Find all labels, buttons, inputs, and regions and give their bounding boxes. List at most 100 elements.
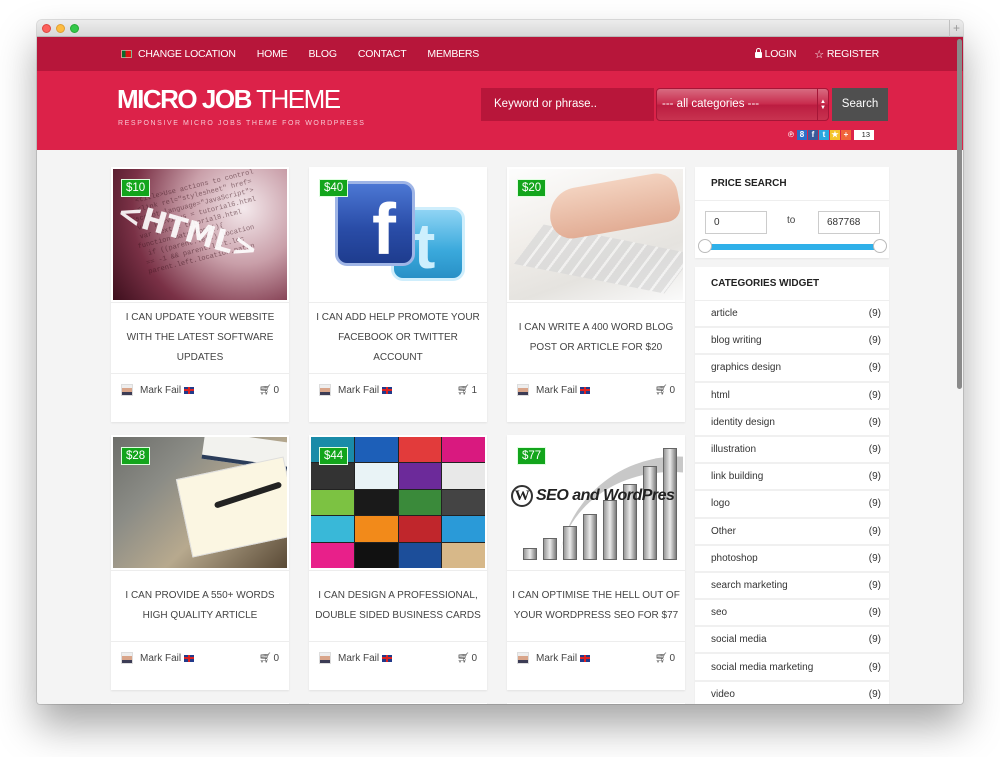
category-list: article (9) blog writing (9) graphics design… bbox=[695, 301, 889, 704]
laptop-notes-image[interactable]: $28 bbox=[113, 437, 287, 568]
site-logo[interactable]: MICRO JOB THEME bbox=[117, 84, 341, 115]
price-slider-track[interactable] bbox=[705, 244, 880, 250]
nav-label: CHANGE LOCATION bbox=[138, 48, 236, 60]
author-name[interactable]: Mark Fail bbox=[536, 385, 577, 396]
category-item[interactable]: photoshop (9) bbox=[695, 546, 889, 573]
avatar[interactable] bbox=[517, 384, 529, 396]
site-header: MICRO JOB THEME RESPONSIVE MICRO JOBS TH… bbox=[37, 71, 963, 150]
category-item[interactable]: identity design (9) bbox=[695, 410, 889, 437]
search-button[interactable]: Search bbox=[832, 88, 888, 121]
avatar[interactable] bbox=[517, 652, 529, 664]
order-count: 🛒︎ 0 bbox=[655, 385, 675, 396]
category-select[interactable]: --- all categories --- ▲ ▼ bbox=[656, 88, 829, 121]
nav-change-location[interactable]: CHANGE LOCATION bbox=[121, 48, 236, 60]
price-badge: $77 bbox=[517, 447, 547, 465]
author-name[interactable]: Mark Fail bbox=[140, 385, 181, 396]
nav-members[interactable]: MEMBERS bbox=[427, 48, 479, 60]
author-name[interactable]: Mark Fail bbox=[338, 653, 379, 664]
close-window-button[interactable] bbox=[42, 24, 51, 33]
price-min-input[interactable] bbox=[705, 211, 767, 234]
addthis-icon[interactable]: + bbox=[841, 130, 851, 140]
author-name[interactable]: Mark Fail bbox=[338, 385, 379, 396]
job-card-partial[interactable] bbox=[309, 703, 487, 704]
new-tab-button[interactable]: + bbox=[949, 20, 963, 37]
category-count: (9) bbox=[868, 444, 881, 456]
category-item[interactable]: graphics design (9) bbox=[695, 355, 889, 383]
cart-icon: 🛒︎ bbox=[456, 384, 470, 396]
widget-title: PRICE SEARCH bbox=[695, 167, 889, 201]
nav-blog[interactable]: BLOG bbox=[308, 48, 337, 60]
category-item[interactable]: blog writing (9) bbox=[695, 328, 889, 356]
nav-register[interactable]: ☆ REGISTER bbox=[814, 48, 879, 61]
job-title[interactable]: I CAN PROVIDE A 550+ WORDS HIGH QUALITY … bbox=[111, 570, 289, 642]
price-search-widget: PRICE SEARCH to bbox=[695, 167, 889, 258]
job-title[interactable]: I CAN UPDATE YOUR WEBSITE WITH THE LATES… bbox=[111, 302, 289, 374]
category-count: (9) bbox=[868, 525, 881, 537]
twitter-icon[interactable]: t bbox=[819, 130, 829, 140]
cart-icon: 🛒︎ bbox=[654, 652, 668, 664]
category-item[interactable]: logo (9) bbox=[695, 491, 889, 519]
favorite-icon[interactable]: ★ bbox=[830, 130, 840, 140]
avatar[interactable] bbox=[319, 652, 331, 664]
business-cards-image[interactable]: $44 bbox=[311, 437, 485, 568]
pinterest-icon[interactable]: ℗ bbox=[786, 130, 796, 140]
job-footer: Mark Fail 🛒︎ 0 bbox=[309, 643, 487, 673]
category-item[interactable]: article (9) bbox=[695, 301, 889, 329]
category-item[interactable]: social media (9) bbox=[695, 627, 889, 655]
orders-value: 0 bbox=[669, 384, 675, 396]
facebook-twitter-image[interactable]: t f $40 bbox=[311, 169, 485, 300]
nav-contact[interactable]: CONTACT bbox=[358, 48, 407, 60]
nav-login[interactable]: LOGIN bbox=[754, 48, 796, 60]
avatar[interactable] bbox=[121, 384, 133, 396]
category-item[interactable]: search marketing (9) bbox=[695, 573, 889, 601]
google-plus-icon[interactable]: 8 bbox=[797, 130, 807, 140]
author-name[interactable]: Mark Fail bbox=[140, 653, 181, 664]
notepad-graphic bbox=[175, 456, 287, 558]
seo-wordpress-image[interactable]: W SEO and WordPres $77 bbox=[509, 437, 683, 568]
category-item[interactable]: link building (9) bbox=[695, 464, 889, 492]
avatar[interactable] bbox=[319, 384, 331, 396]
job-title[interactable]: I CAN DESIGN A PROFESSIONAL, DOUBLE SIDE… bbox=[309, 570, 487, 642]
browser-window: + CHANGE LOCATION HOME BLOG CONTACT MEMB… bbox=[37, 20, 963, 704]
price-max-input[interactable] bbox=[818, 211, 880, 234]
job-title[interactable]: I CAN WRITE A 400 WORD BLOG POST OR ARTI… bbox=[507, 302, 685, 374]
category-label: seo bbox=[711, 607, 728, 619]
html-code-image[interactable]: <head> <title>Use actions to control <li… bbox=[113, 169, 287, 300]
category-item[interactable]: video (9) bbox=[695, 682, 889, 704]
job-card[interactable]: $44 I CAN DESIGN A PROFESSIONAL, DOUBLE … bbox=[309, 435, 487, 690]
job-card-partial[interactable] bbox=[507, 703, 685, 704]
job-title[interactable]: I CAN ADD HELP PROMOTE YOUR FACEBOOK OR … bbox=[309, 302, 487, 374]
avatar[interactable] bbox=[121, 652, 133, 664]
category-item[interactable]: seo (9) bbox=[695, 600, 889, 628]
nav-home[interactable]: HOME bbox=[257, 48, 288, 60]
minimize-window-button[interactable] bbox=[56, 24, 65, 33]
category-item[interactable]: illustration (9) bbox=[695, 437, 889, 465]
scrollbar-thumb[interactable] bbox=[957, 39, 962, 389]
facebook-icon[interactable]: f bbox=[808, 130, 818, 140]
job-footer: Mark Fail 🛒︎ 0 bbox=[507, 375, 685, 405]
flag-uk-icon bbox=[382, 386, 393, 394]
job-card[interactable]: $20 I CAN WRITE A 400 WORD BLOG POST OR … bbox=[507, 167, 685, 422]
category-item[interactable]: html (9) bbox=[695, 383, 889, 410]
job-card[interactable]: W SEO and WordPres $77 I CAN OPTIMISE THE… bbox=[507, 435, 685, 690]
author-name[interactable]: Mark Fail bbox=[536, 653, 577, 664]
job-card[interactable]: t f $40 I CAN ADD HELP PROMOTE YOUR FACE… bbox=[309, 167, 487, 422]
category-item[interactable]: Other (9) bbox=[695, 519, 889, 546]
nav-label: REGISTER bbox=[826, 48, 879, 60]
job-footer: Mark Fail 🛒︎ 1 bbox=[309, 375, 487, 405]
typing-hands-image[interactable]: $20 bbox=[509, 169, 683, 300]
category-item[interactable]: social media marketing (9) bbox=[695, 654, 889, 682]
price-slider-min-handle[interactable] bbox=[698, 239, 712, 253]
job-card[interactable]: $28 I CAN PROVIDE A 550+ WORDS HIGH QUAL… bbox=[111, 435, 289, 690]
keyword-search-input[interactable] bbox=[481, 88, 654, 121]
price-slider-max-handle[interactable] bbox=[873, 239, 887, 253]
category-count: (9) bbox=[868, 362, 881, 374]
job-title[interactable]: I CAN OPTIMISE THE HELL OUT OF YOUR WORD… bbox=[507, 570, 685, 642]
page-scrollbar[interactable] bbox=[957, 37, 962, 704]
orders-value: 0 bbox=[273, 652, 279, 664]
price-badge: $40 bbox=[319, 179, 349, 197]
job-card-partial[interactable] bbox=[111, 703, 289, 704]
category-label: social media marketing bbox=[711, 661, 814, 673]
job-card[interactable]: <head> <title>Use actions to control <li… bbox=[111, 167, 289, 422]
maximize-window-button[interactable] bbox=[70, 24, 79, 33]
